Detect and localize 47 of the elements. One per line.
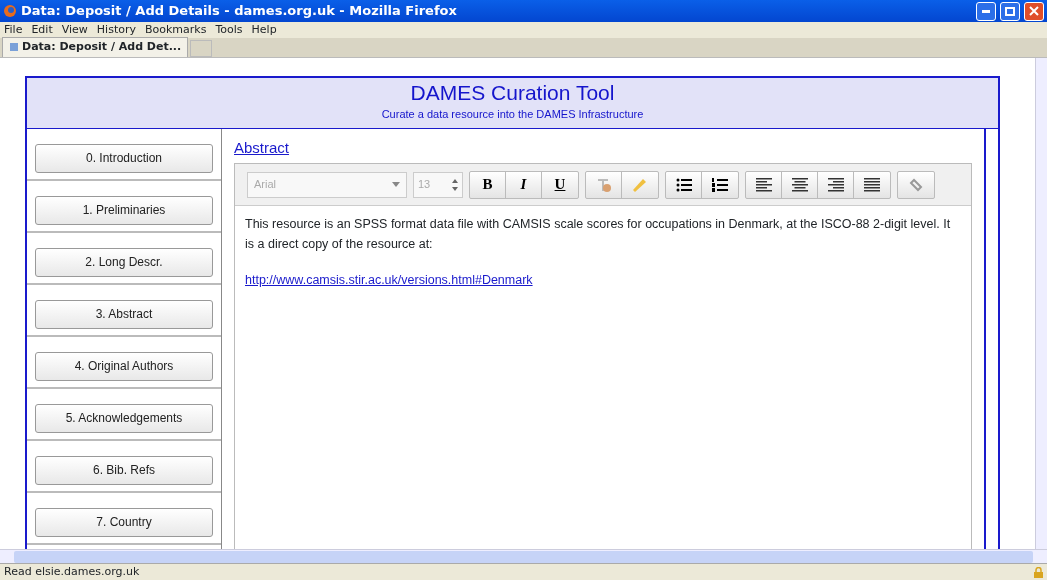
paragraph: This resource is an SPSS format data file with CAMSIS scale scores for occupations in Denmark, at the ISCO-88 2-digit level. It is a direct copy of the resource at:: [245, 216, 952, 253]
close-button[interactable]: [1024, 1, 1044, 21]
menu-item[interactable]: Edit: [31, 21, 53, 39]
section-link[interactable]: Abstract: [234, 138, 290, 156]
numbered-list-icon: [712, 177, 728, 192]
window-title: Data: Deposit / Add Details - dames.org.uk - Mozilla Firefox: [21, 2, 458, 21]
page-icon: [9, 41, 19, 52]
maximize-button[interactable]: [1000, 1, 1020, 21]
maximize-icon: [1005, 6, 1015, 16]
align-center-icon: [791, 177, 808, 192]
minimize-button[interactable]: [976, 1, 996, 21]
firefox-icon: [3, 4, 17, 18]
minimize-icon: [982, 9, 990, 13]
nav-button[interactable]: 2. Long Descr.: [35, 247, 213, 277]
menu-item[interactable]: Help: [251, 21, 277, 39]
menu-item[interactable]: View: [61, 21, 88, 39]
nav-button[interactable]: 5. Acknowledgements: [35, 403, 213, 433]
nav-button[interactable]: 1. Preliminaries: [35, 195, 213, 225]
nav-button[interactable]: 0. Introduction: [35, 143, 213, 173]
close-icon: [1029, 6, 1039, 16]
nav-button[interactable]: 6. Bib. Refs: [35, 455, 213, 485]
menu-item[interactable]: Tools: [215, 21, 243, 39]
menu-item[interactable]: History: [96, 21, 136, 39]
pen-icon: [632, 176, 648, 193]
browser-tab[interactable]: Data: Deposit / Add Det...: [2, 36, 189, 57]
underline-button[interactable]: U: [542, 171, 578, 198]
nav-button[interactable]: 3. Abstract: [35, 299, 213, 329]
menu-item[interactable]: Bookmarks: [145, 21, 207, 39]
page-title: DAMES Curation Tool: [409, 80, 616, 106]
text-color-icon: [595, 176, 612, 193]
horizontal-scrollbar[interactable]: [0, 549, 1047, 563]
vertical-scrollbar[interactable]: [1035, 58, 1047, 549]
nav-button[interactable]: 7. Country: [35, 507, 213, 537]
url-link[interactable]: http://www.camsis.stir.ac.uk/versions.html#Denmark: [245, 273, 533, 287]
menu-item[interactable]: File: [4, 21, 23, 39]
align-right-icon: [827, 177, 844, 192]
page-subtitle: Curate a data resource into the DAMES Infrastructure: [380, 107, 645, 122]
italic-button[interactable]: I: [506, 171, 542, 198]
bullet-list-icon: [675, 177, 692, 192]
align-left-icon: [755, 177, 772, 192]
status-text: Read elsie.dames.org.uk: [4, 563, 140, 580]
justify-icon: [864, 177, 880, 192]
dropdown-arrow-icon: [392, 182, 400, 187]
nav-button[interactable]: 4. Original Authors: [35, 351, 213, 381]
bold-button[interactable]: B: [470, 171, 506, 198]
padlock-icon: [1034, 566, 1043, 578]
spinner-arrows-icon: [452, 178, 458, 191]
